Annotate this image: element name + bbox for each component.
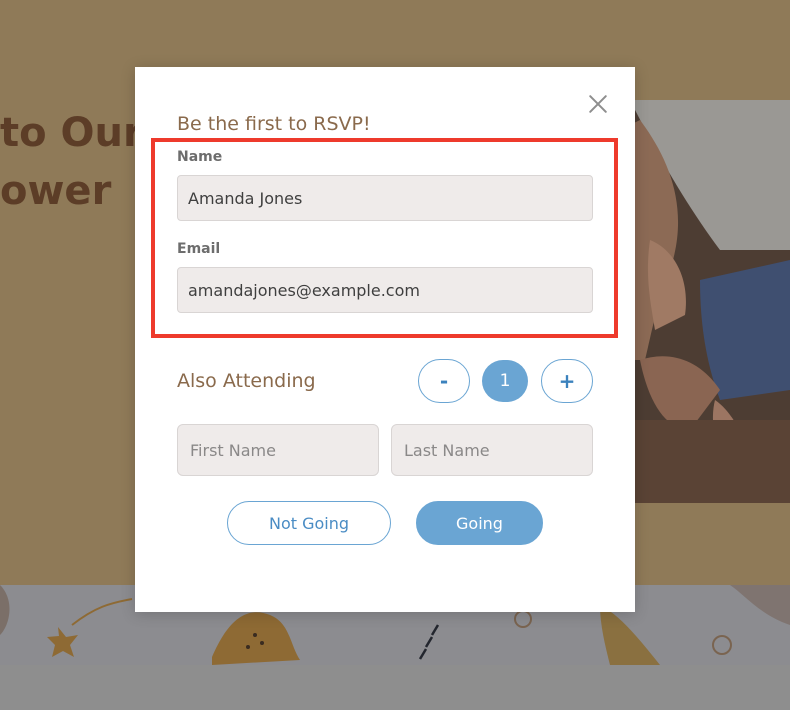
name-label: Name [177, 149, 223, 165]
background-heading-line2: ower [0, 168, 112, 214]
email-label: Email [177, 241, 221, 257]
close-icon[interactable] [586, 92, 610, 116]
not-going-button[interactable]: Not Going [227, 501, 391, 545]
last-name-field[interactable] [391, 424, 593, 476]
rsvp-modal: Be the first to RSVP! Name Email Also At… [135, 67, 635, 612]
first-name-field[interactable] [177, 424, 379, 476]
decrement-button[interactable]: - [418, 359, 470, 403]
rsvp-heading: Be the first to RSVP! [177, 113, 371, 135]
background-footer [0, 665, 790, 710]
also-attending-label: Also Attending [177, 370, 316, 392]
increment-button[interactable]: + [541, 359, 593, 403]
email-field[interactable] [177, 267, 593, 313]
attendee-count: 1 [482, 360, 528, 402]
going-button[interactable]: Going [416, 501, 543, 545]
background-heading-line1: to Our [0, 110, 143, 156]
background-heading: to Our ower [0, 104, 143, 220]
name-field[interactable] [177, 175, 593, 221]
